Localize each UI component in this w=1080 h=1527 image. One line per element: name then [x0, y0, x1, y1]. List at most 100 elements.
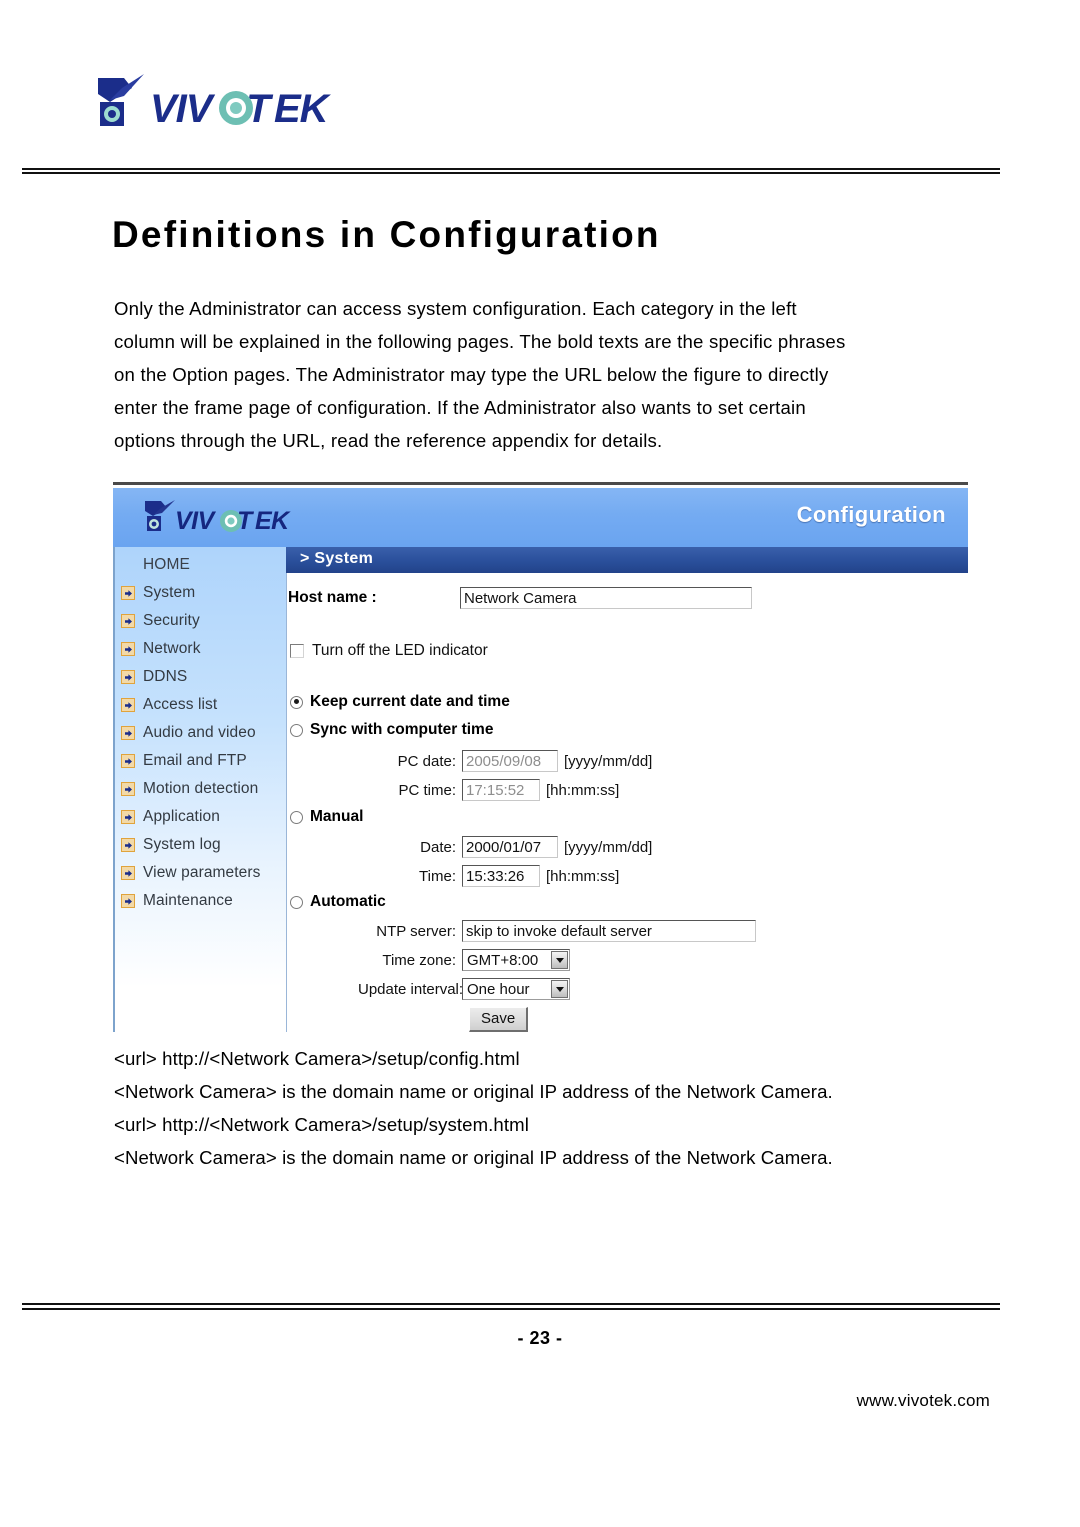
- intro-line: on the Option pages. The Administrator m…: [114, 364, 829, 385]
- sync-computer-time-radio[interactable]: [290, 723, 303, 737]
- update-interval-label: Update interval:: [358, 980, 464, 998]
- page-number: - 23 -: [517, 1328, 563, 1348]
- pc-date-input[interactable]: 2005/09/08: [462, 750, 558, 772]
- sidebar-item-network[interactable]: Network: [113, 635, 286, 663]
- led-indicator-label: Turn off the LED indicator: [312, 642, 488, 659]
- keep-current-time-radio[interactable]: [290, 695, 303, 709]
- arrow-right-icon: [121, 810, 135, 824]
- system-section-bar: > System: [286, 547, 968, 573]
- figure-top-border: [113, 482, 968, 485]
- pc-time-format-hint: [hh:mm:ss]: [546, 781, 620, 799]
- system-section-label: > System: [300, 550, 374, 567]
- update-interval-value: One hour: [467, 980, 530, 998]
- sidebar-item-ddns[interactable]: DDNS: [113, 663, 286, 691]
- sidebar-item-label: Network: [143, 640, 201, 657]
- sidebar-item-label: DDNS: [143, 668, 188, 685]
- url-note-line: <url> http://<Network Camera>/setup/syst…: [114, 1114, 529, 1135]
- url-note-line: <Network Camera> is the domain name or o…: [114, 1147, 833, 1168]
- intro-paragraph: Only the Administrator can access system…: [114, 292, 972, 457]
- url-note-line: <url> http://<Network Camera>/setup/conf…: [114, 1048, 520, 1069]
- keep-current-time-row[interactable]: Keep current date and time: [290, 693, 510, 711]
- arrow-right-icon: [121, 838, 135, 852]
- header-divider: [22, 168, 1000, 174]
- manual-time-radio[interactable]: [290, 810, 303, 824]
- manual-time-value-row: Time: 15:33:26 [hh:mm:ss]: [388, 865, 619, 887]
- time-zone-label: Time zone:: [382, 951, 456, 969]
- sidebar-item-view-parameters[interactable]: View parameters: [113, 859, 286, 887]
- sidebar-item-audio-and-video[interactable]: Audio and video: [113, 719, 286, 747]
- sidebar-item-email-and-ftp[interactable]: Email and FTP: [113, 747, 286, 775]
- sidebar-item-label: Application: [143, 808, 220, 825]
- time-zone-row: Time zone: GMT+8:00: [358, 949, 570, 971]
- manual-time-value-label: Time:: [419, 867, 456, 885]
- arrow-right-icon: [121, 754, 135, 768]
- sidebar-item-system-log[interactable]: System log: [113, 831, 286, 859]
- sidebar-item-application[interactable]: Application: [113, 803, 286, 831]
- update-interval-select[interactable]: One hour: [462, 978, 570, 1000]
- camera-header-logo: VIV T EK: [141, 499, 311, 537]
- manual-date-input[interactable]: 2000/01/07: [462, 836, 558, 858]
- footer-divider: [22, 1303, 1000, 1310]
- svg-text:EK: EK: [274, 87, 332, 131]
- manual-time-input[interactable]: 15:33:26: [462, 865, 540, 887]
- host-name-label: Host name :: [288, 589, 377, 606]
- arrow-right-icon: [121, 642, 135, 656]
- update-interval-row: Update interval: One hour: [358, 978, 570, 1000]
- sidebar-item-label: Maintenance: [143, 892, 233, 909]
- footer-website: www.vivotek.com: [856, 1391, 990, 1410]
- arrow-right-icon: [121, 894, 135, 908]
- manual-time-format-hint: [hh:mm:ss]: [546, 867, 620, 885]
- save-button[interactable]: Save: [469, 1007, 529, 1032]
- pc-time-label: PC time:: [398, 781, 456, 799]
- sidebar-item-motion-detection[interactable]: Motion detection: [113, 775, 286, 803]
- manual-time-row[interactable]: Manual: [290, 808, 363, 826]
- sidebar-item-label: Audio and video: [143, 724, 256, 741]
- sidebar-item-system[interactable]: System: [113, 579, 286, 607]
- svg-text:EK: EK: [255, 507, 291, 535]
- chevron-down-icon: [551, 951, 568, 969]
- sidebar-item-security[interactable]: Security: [113, 607, 286, 635]
- sidebar-item-access-list[interactable]: Access list: [113, 691, 286, 719]
- configuration-screenshot-figure: VIV T EK Configuration HOME System Secur…: [113, 482, 968, 1032]
- sidebar-item-label: System: [143, 584, 196, 601]
- sidebar-item-home[interactable]: HOME: [113, 551, 286, 579]
- arrow-right-icon: [121, 726, 135, 740]
- led-indicator-row[interactable]: Turn off the LED indicator: [290, 642, 488, 660]
- ntp-server-row: NTP server: skip to invoke default serve…: [358, 920, 756, 942]
- arrow-right-icon: [121, 586, 135, 600]
- automatic-time-row[interactable]: Automatic: [290, 893, 386, 911]
- pc-time-input[interactable]: 17:15:52: [462, 779, 540, 801]
- chevron-down-icon: [551, 980, 568, 998]
- intro-line: enter the frame page of configuration. I…: [114, 397, 806, 418]
- automatic-time-radio[interactable]: [290, 895, 303, 909]
- save-row: Save: [469, 1007, 529, 1032]
- manual-date-row: Date: 2000/01/07 [yyyy/mm/dd]: [388, 836, 652, 858]
- arrow-right-icon: [121, 614, 135, 628]
- pc-date-format-hint: [yyyy/mm/dd]: [564, 752, 653, 770]
- sidebar-item-label: View parameters: [143, 864, 261, 881]
- sidebar-item-label: Email and FTP: [143, 752, 247, 769]
- sync-computer-time-row[interactable]: Sync with computer time: [290, 721, 493, 739]
- arrow-right-icon: [121, 698, 135, 712]
- led-indicator-checkbox[interactable]: [290, 644, 304, 658]
- host-name-input[interactable]: Network Camera: [460, 587, 752, 609]
- sidebar-item-label: Motion detection: [143, 780, 259, 797]
- manual-date-label: Date:: [420, 838, 456, 856]
- sidebar-edge-line: [113, 547, 115, 1032]
- sidebar-item-maintenance[interactable]: Maintenance: [113, 887, 286, 915]
- ntp-server-input[interactable]: skip to invoke default server: [462, 920, 756, 942]
- intro-line: column will be explained in the followin…: [114, 331, 846, 352]
- page-title: Definitions in Configuration: [112, 214, 661, 255]
- sidebar-footer-area: [113, 987, 287, 1032]
- url-note-line: <Network Camera> is the domain name or o…: [114, 1081, 833, 1102]
- sidebar-nav-list: HOME System Security Network DDNS Access…: [113, 551, 286, 915]
- pc-date-label: PC date:: [397, 752, 456, 770]
- sidebar-item-label: Security: [143, 612, 200, 629]
- url-notes: <url> http://<Network Camera>/setup/conf…: [114, 1042, 984, 1174]
- configuration-heading: Configuration: [796, 502, 946, 527]
- vivotek-logo: VIV T EK: [88, 72, 338, 134]
- sidebar-item-label: Access list: [143, 696, 218, 713]
- time-zone-select[interactable]: GMT+8:00: [462, 949, 570, 971]
- ntp-server-label: NTP server:: [376, 922, 456, 940]
- intro-line: Only the Administrator can access system…: [114, 298, 797, 319]
